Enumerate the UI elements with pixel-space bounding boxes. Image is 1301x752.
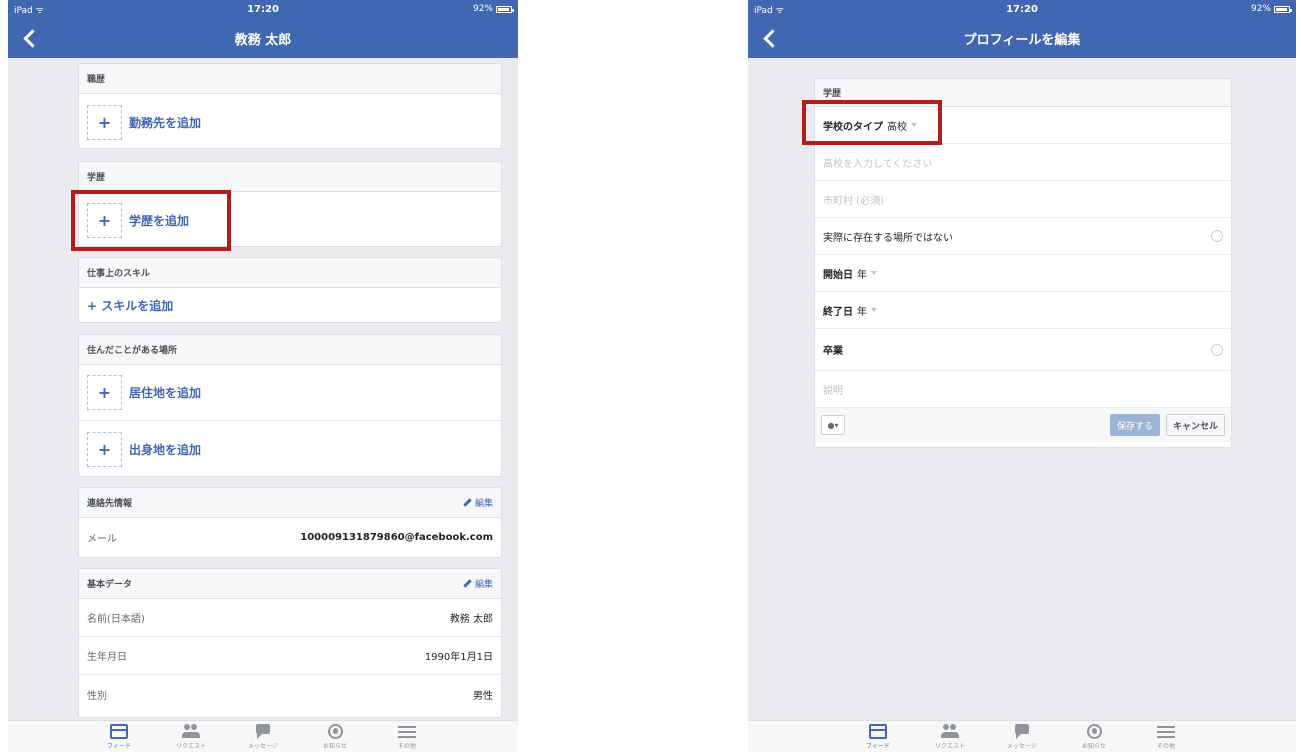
tab-feed[interactable]: フィード	[96, 721, 142, 752]
menu-icon	[398, 724, 416, 739]
dropdown-caret-icon	[871, 308, 877, 312]
plus-icon: +	[87, 375, 122, 410]
education-header: 学歴	[87, 173, 106, 183]
add-hometown-button[interactable]: + 出身地を追加	[79, 421, 501, 476]
nav-bar: 教務 太郎	[8, 18, 518, 58]
not-real-place-radio[interactable]	[1211, 230, 1223, 242]
education-section: 学歴 + 学歴を追加	[78, 161, 502, 247]
birthday-row: 生年月日 1990年1月1日	[79, 637, 501, 675]
plus-icon: +	[87, 431, 122, 467]
plus-icon: +	[87, 202, 122, 238]
tab-messages[interactable]: メッセージ	[999, 721, 1045, 752]
tab-more[interactable]: その他	[384, 721, 430, 752]
basic-info-section: 基本データ 編集 名前(日本語) 教務 太郎 生年月日 1990年1月1日 性別…	[78, 568, 502, 718]
add-skill-button[interactable]: + スキルを追加	[79, 288, 501, 322]
profile-screen: iPad ᯤ 17:20 92% 教務 太郎 職歴 + 勤務先を追加 学歴 + …	[8, 0, 518, 722]
pencil-icon	[463, 498, 472, 507]
battery-icon	[496, 5, 514, 13]
cancel-button[interactable]: キャンセル	[1165, 414, 1225, 436]
education-form: 学歴 学校のタイプ 高校 高校を入力してください 市町村 (必須) 実際に存在す…	[814, 78, 1232, 448]
school-name-input[interactable]: 高校を入力してください	[815, 144, 1231, 181]
edit-profile-screen: iPad ᯤ 17:20 92% プロフィールを編集 学歴 学校のタイプ 高校 …	[748, 0, 1296, 722]
email-value: 100009131879860@facebook.com	[300, 531, 493, 543]
message-icon	[254, 724, 272, 739]
tab-notifications[interactable]: お知らせ	[1071, 721, 1117, 752]
graduated-radio[interactable]	[1211, 343, 1223, 356]
friends-icon	[182, 724, 200, 739]
gender-row: 性別 男性	[87, 690, 493, 702]
contact-header: 連絡先情報	[87, 499, 133, 509]
device-label: iPad ᯤ	[14, 5, 44, 16]
status-bar: iPad ᯤ 17:20 92%	[8, 0, 518, 18]
feed-icon	[869, 724, 887, 739]
dropdown-caret-icon	[871, 271, 877, 275]
work-section: 職歴 + 勤務先を追加	[78, 63, 502, 149]
status-bar: iPad ᯤ 17:20 92%	[748, 0, 1296, 18]
tab-feed[interactable]: フィード	[855, 721, 901, 752]
email-row: メール 100009131879860@facebook.com	[79, 518, 501, 556]
page-title: 教務 太郎	[234, 32, 292, 48]
save-button[interactable]: 保存する	[1109, 414, 1160, 436]
tab-notifications[interactable]: お知らせ	[312, 721, 358, 752]
form-footer: ●▾ 保存する キャンセル	[815, 408, 1231, 442]
add-workplace-button[interactable]: + 勤務先を追加	[79, 94, 501, 148]
privacy-selector[interactable]: ●▾	[821, 415, 845, 435]
end-date-select[interactable]: 終了日 年	[815, 292, 1231, 329]
nav-bar: プロフィールを編集	[748, 18, 1296, 58]
add-current-city-label: 居住地を追加	[129, 386, 202, 400]
add-workplace-label: 勤務先を追加	[129, 115, 202, 130]
device-label: iPad ᯤ	[754, 5, 784, 16]
name-row: 名前(日本語) 教務 太郎	[79, 599, 501, 637]
add-education-button[interactable]: + 学歴を追加	[79, 192, 501, 246]
tab-requests[interactable]: リクエスト	[927, 721, 973, 752]
skills-header: 仕事上のスキル	[87, 269, 151, 279]
skills-section: 仕事上のスキル + スキルを追加	[78, 257, 502, 323]
back-arrow-icon[interactable]	[22, 28, 38, 48]
message-icon	[1013, 724, 1031, 739]
friends-icon	[941, 724, 959, 739]
globe-icon	[327, 724, 343, 739]
add-hometown-label: 出身地を追加	[129, 442, 202, 457]
globe-icon	[1086, 724, 1102, 739]
basic-info-header: 基本データ	[87, 580, 133, 590]
add-education-label: 学歴を追加	[129, 213, 190, 228]
description-input[interactable]: 説明	[815, 371, 1231, 408]
tab-messages[interactable]: メッセージ	[240, 721, 286, 752]
start-date-select[interactable]: 開始日 年	[815, 255, 1231, 292]
pencil-icon	[463, 579, 472, 588]
add-current-city-button[interactable]: + 居住地を追加	[79, 365, 501, 421]
tab-requests[interactable]: リクエスト	[168, 721, 214, 752]
tab-bar: フィード リクエスト メッセージ お知らせ その他	[8, 720, 518, 752]
back-arrow-icon[interactable]	[762, 28, 778, 48]
edit-contact-button[interactable]: 編集	[463, 496, 493, 509]
tab-more[interactable]: その他	[1143, 721, 1189, 752]
menu-icon	[1157, 724, 1175, 739]
battery-percent: 92%	[472, 4, 493, 14]
form-header: 学歴	[823, 89, 842, 99]
dropdown-caret-icon	[911, 123, 917, 127]
places-header: 住んだことがある場所	[87, 346, 178, 356]
plus-icon: +	[87, 104, 122, 140]
school-type-select[interactable]: 学校のタイプ 高校	[815, 107, 1231, 144]
page-title: プロフィールを編集	[963, 32, 1081, 48]
work-header: 職歴	[87, 75, 106, 85]
battery-percent: 92%	[1250, 4, 1271, 14]
clock: 17:20	[1006, 3, 1038, 15]
feed-icon	[110, 724, 128, 739]
contact-section: 連絡先情報 編集 メール 100009131879860@facebook.co…	[78, 487, 502, 558]
battery-icon	[1274, 5, 1292, 13]
not-real-place-row: 実際に存在する場所ではない	[815, 218, 1231, 255]
email-label: メール	[87, 533, 117, 545]
edit-basic-info-button[interactable]: 編集	[463, 577, 493, 590]
places-section: 住んだことがある場所 + 居住地を追加 + 出身地を追加	[78, 334, 502, 477]
graduated-row: 卒業	[815, 329, 1231, 371]
city-input[interactable]: 市町村 (必須)	[815, 181, 1231, 218]
clock: 17:20	[247, 3, 279, 15]
tab-bar: フィード リクエスト メッセージ お知らせ その他	[748, 720, 1296, 752]
